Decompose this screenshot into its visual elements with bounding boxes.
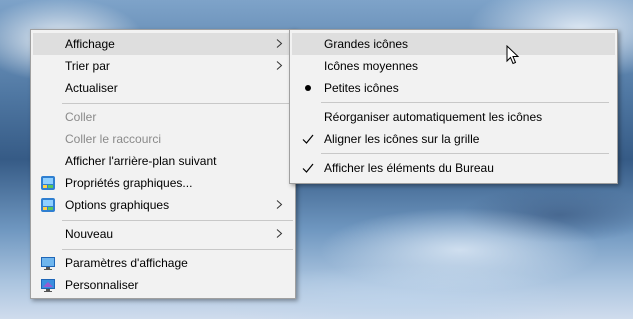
submenu-item-afficher-elements-bureau[interactable]: Afficher les éléments du Bureau — [292, 157, 615, 179]
menu-item-label: Paramètres d'affichage — [65, 256, 188, 270]
menu-separator — [321, 153, 609, 154]
chevron-right-icon — [276, 200, 283, 209]
menu-separator — [62, 220, 293, 221]
menu-item-label: Actualiser — [65, 81, 118, 95]
checkmark-icon — [302, 134, 314, 144]
menu-item-actualiser[interactable]: Actualiser — [33, 77, 293, 99]
submenu-item-label: Grandes icônes — [324, 37, 409, 51]
desktop-context-menu: Affichage Trier par Actualiser Coller Co… — [30, 29, 296, 299]
menu-item-label: Trier par — [65, 59, 110, 73]
submenu-item-grandes-icones[interactable]: Grandes icônes — [292, 33, 615, 55]
menu-item-nouveau[interactable]: Nouveau — [33, 223, 293, 245]
submenu-item-aligner-grille[interactable]: Aligner les icônes sur la grille — [292, 128, 615, 150]
menu-item-personnaliser[interactable]: Personnaliser — [33, 274, 293, 296]
submenu-item-petites-icones[interactable]: Petites icônes — [292, 77, 615, 99]
submenu-item-label: Réorganiser automatiquement les icônes — [324, 110, 543, 124]
submenu-item-icones-moyennes[interactable]: Icônes moyennes — [292, 55, 615, 77]
graphics-options-icon — [41, 198, 55, 212]
menu-item-label: Personnaliser — [65, 278, 139, 292]
menu-item-label: Propriétés graphiques... — [65, 176, 193, 190]
menu-item-arriere-plan-suivant[interactable]: Afficher l'arrière-plan suivant — [33, 150, 293, 172]
menu-item-label: Nouveau — [65, 227, 114, 241]
menu-separator — [321, 102, 609, 103]
mouse-cursor-icon — [506, 45, 520, 65]
checkmark-icon — [302, 163, 314, 173]
menu-item-parametres-affichage[interactable]: Paramètres d'affichage — [33, 252, 293, 274]
display-settings-icon — [41, 257, 55, 270]
menu-item-coller-raccourci[interactable]: Coller le raccourci — [33, 128, 293, 150]
menu-item-coller[interactable]: Coller — [33, 106, 293, 128]
chevron-right-icon — [276, 229, 283, 238]
menu-item-label: Affichage — [65, 37, 115, 51]
menu-item-label: Options graphiques — [65, 198, 170, 212]
chevron-right-icon — [276, 39, 283, 48]
menu-item-label: Afficher l'arrière-plan suivant — [65, 154, 217, 168]
submenu-item-label: Afficher les éléments du Bureau — [324, 161, 494, 175]
chevron-right-icon — [276, 61, 283, 70]
submenu-item-reorganiser-auto[interactable]: Réorganiser automatiquement les icônes — [292, 106, 615, 128]
submenu-item-label: Aligner les icônes sur la grille — [324, 132, 480, 146]
menu-item-label: Coller le raccourci — [65, 132, 162, 146]
menu-item-label: Coller — [65, 110, 97, 124]
menu-item-options-graphiques[interactable]: Options graphiques — [33, 194, 293, 216]
menu-separator — [62, 103, 293, 104]
menu-item-proprietes-graphiques[interactable]: Propriétés graphiques... — [33, 172, 293, 194]
menu-separator — [62, 249, 293, 250]
submenu-item-label: Petites icônes — [324, 81, 399, 95]
menu-item-trier-par[interactable]: Trier par — [33, 55, 293, 77]
personalize-icon — [41, 279, 55, 292]
graphics-properties-icon — [41, 176, 55, 190]
bullet-icon — [305, 85, 311, 91]
menu-item-affichage[interactable]: Affichage — [33, 33, 293, 55]
submenu-item-label: Icônes moyennes — [324, 59, 419, 73]
affichage-submenu: Grandes icônes Icônes moyennes Petites i… — [289, 29, 618, 184]
